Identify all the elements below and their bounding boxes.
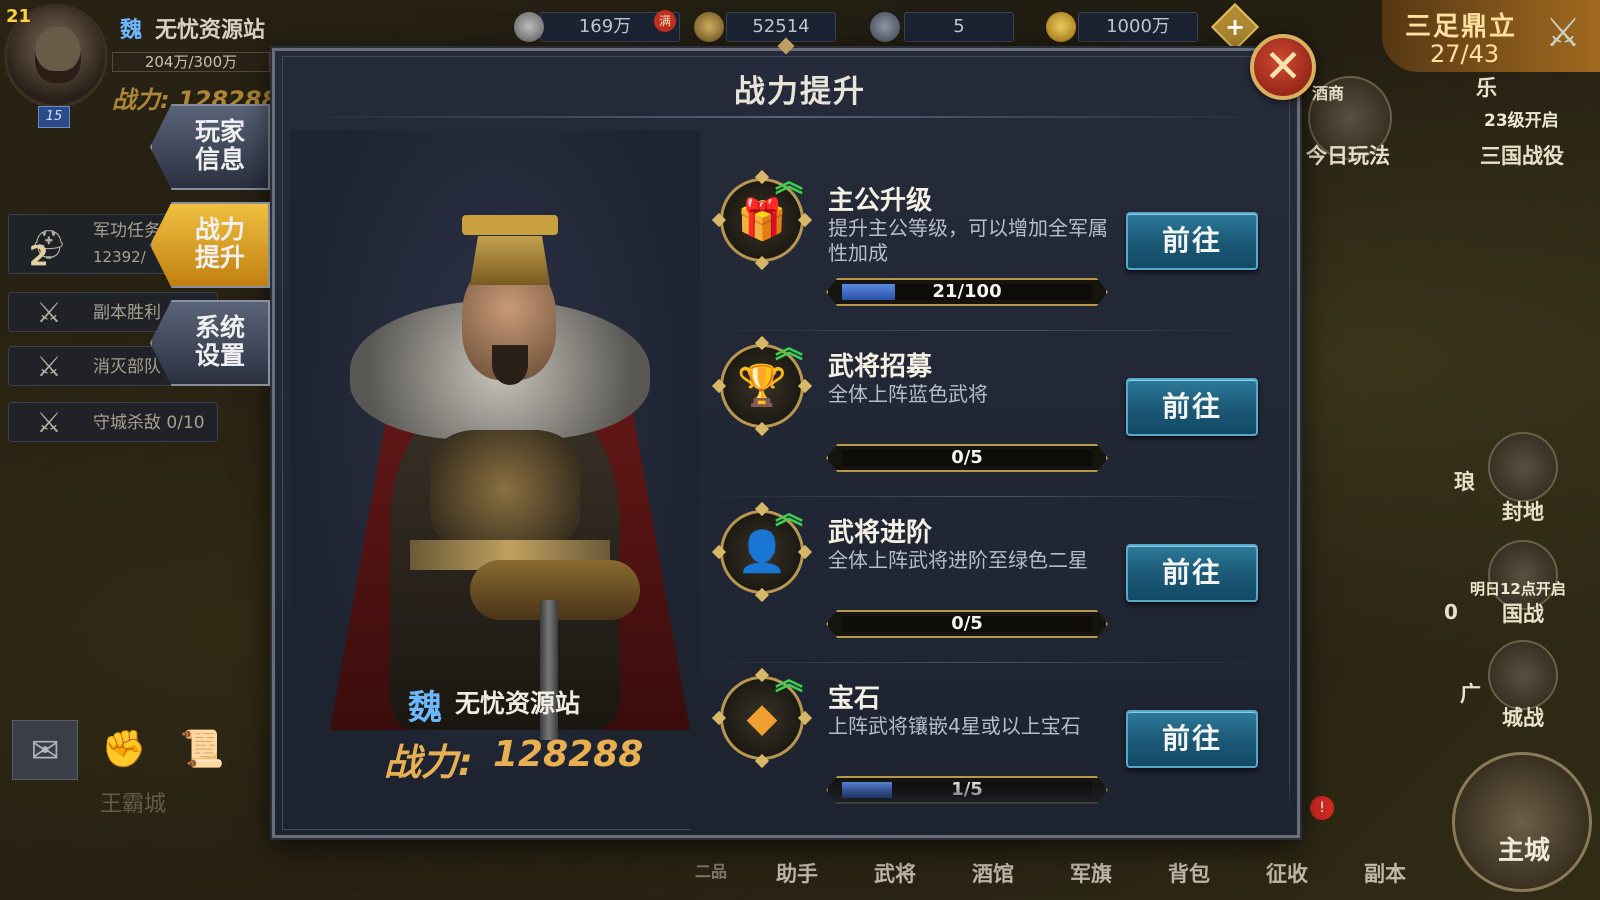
city-war-button[interactable]	[1488, 640, 1558, 710]
national-war-label: 国战	[1502, 602, 1544, 626]
item-progress-bar: 21/100	[826, 278, 1108, 306]
iron-value: 5	[953, 16, 965, 37]
city-label: 王霸城	[100, 792, 167, 817]
city-war-count: 0	[1444, 600, 1458, 624]
item-progress-bar: 0/5	[826, 444, 1108, 472]
nav-tax[interactable]: 征收	[1242, 858, 1332, 888]
main-city-button[interactable]	[1452, 752, 1592, 892]
today-play-label: 今日玩法	[1306, 144, 1390, 168]
go-button-label: 前往	[1161, 722, 1222, 755]
tab-player-info-label: 玩家 信息	[194, 117, 245, 174]
gold-value: 1000万	[1106, 16, 1170, 37]
go-button[interactable]: 前往	[1126, 212, 1258, 270]
go-button-label: 前往	[1161, 390, 1222, 423]
progress-text: 0/5	[951, 447, 983, 468]
scroll-icon[interactable]: 📜	[170, 718, 234, 782]
item-description: 全体上阵蓝色武将	[828, 382, 988, 406]
city-war-label: 城战	[1502, 706, 1544, 730]
player-level: 21	[6, 6, 32, 27]
avatar-face-icon	[35, 27, 81, 83]
task-defend[interactable]: ⚔ 守城杀敌 0/10	[8, 402, 218, 442]
task-label: 消灭部队	[93, 357, 161, 377]
title-divider	[290, 116, 1280, 118]
item-title: 主公升级	[828, 186, 933, 216]
up-arrow-icon: ︽	[774, 497, 803, 530]
open-note: 明日12点开启	[1470, 580, 1566, 598]
task-progress: 12392/	[93, 248, 146, 266]
item-description: 上阵武将镶嵌4星或以上宝石	[828, 714, 1081, 738]
fist-icon[interactable]: ✊	[92, 718, 156, 782]
task-count: 2	[29, 239, 49, 272]
tab-power-up-label: 战力 提升	[194, 215, 245, 272]
exp-text: 204万/300万	[144, 53, 238, 71]
guang-label: 广	[1460, 682, 1481, 706]
hero-power-label: 战力:	[384, 741, 473, 784]
add-gold-button[interactable]: +	[1210, 2, 1260, 52]
hero-kingdom: 魏	[408, 688, 442, 728]
item-description: 提升主公等级，可以增加全军属性加成	[828, 216, 1108, 265]
notification-badge: !	[1310, 796, 1334, 820]
list-fade	[690, 780, 1290, 830]
player-name: 无忧资源站	[155, 18, 266, 43]
grain-icon	[694, 12, 724, 42]
event-title: 三足鼎立	[1405, 12, 1518, 42]
event-count: 27/43	[1430, 40, 1500, 68]
up-arrow-icon: ︽	[774, 331, 803, 364]
progress-text: 0/5	[951, 613, 983, 634]
nav-rank[interactable]: 二品	[666, 858, 756, 882]
nav-dungeon[interactable]: 副本	[1340, 858, 1430, 888]
crossed-swords-icon: ⚔	[36, 296, 62, 329]
nav-generals[interactable]: 武将	[850, 858, 940, 888]
nav-assistant[interactable]: 助手	[752, 858, 842, 888]
hero-power-value: 128288	[493, 734, 644, 775]
plus-icon: +	[1224, 13, 1246, 41]
item-description: 全体上阵武将进阶至绿色二星	[828, 548, 1088, 572]
crossed-swords-icon: ⚔	[36, 350, 62, 383]
up-arrow-icon: ︽	[774, 663, 803, 696]
fief-button[interactable]	[1488, 432, 1558, 502]
hero-name: 无忧资源站	[455, 689, 581, 718]
level-unlock-note: 23级开启	[1484, 111, 1559, 131]
nav-tavern[interactable]: 酒馆	[948, 858, 1038, 888]
go-button[interactable]: 前往	[1126, 378, 1258, 436]
task-label: 守城杀敌 0/10	[93, 413, 205, 433]
go-button[interactable]: 前往	[1126, 544, 1258, 602]
tab-system-settings-label: 系统 设置	[194, 313, 245, 370]
item-title: 武将招募	[828, 352, 933, 382]
go-button-label: 前往	[1161, 556, 1222, 589]
crossed-swords-icon: ⚔	[36, 406, 62, 439]
hero-crown-top	[462, 215, 558, 235]
full-badge: 满	[654, 10, 676, 32]
progress-text: 21/100	[932, 281, 1002, 302]
item-progress-bar: 0/5	[826, 610, 1108, 638]
item-title: 武将进阶	[828, 518, 933, 548]
lang-label: 琅	[1454, 470, 1475, 494]
envelope-icon: ✉	[30, 731, 60, 771]
up-arrow-icon: ︽	[774, 165, 803, 198]
grain-value: 52514	[752, 16, 810, 37]
nav-bag[interactable]: 背包	[1144, 858, 1234, 888]
close-button[interactable]: ✕	[1250, 34, 1316, 100]
crossed-swords-icon: ⚔	[1545, 10, 1581, 56]
vip-badge: 15	[38, 106, 70, 128]
go-button[interactable]: 前往	[1126, 710, 1258, 768]
mail-button[interactable]: ✉	[12, 720, 78, 780]
hero-armor	[430, 430, 580, 550]
iron-icon	[870, 12, 900, 42]
main-city-label: 主城	[1498, 836, 1551, 866]
close-icon: ✕	[1263, 39, 1303, 93]
task-label: 副本胜利	[93, 303, 161, 323]
fief-label: 封地	[1502, 500, 1544, 524]
silver-value: 169万	[578, 16, 632, 37]
tavern-label: 酒商	[1312, 84, 1345, 103]
gold-ingot-icon	[1046, 12, 1076, 42]
item-title: 宝石	[828, 684, 881, 714]
three-kingdoms-label: 三国战役	[1480, 144, 1564, 168]
go-button-label: 前往	[1161, 224, 1222, 257]
le-label: 乐	[1476, 76, 1497, 100]
dialog-title: 战力提升	[734, 74, 866, 110]
nav-banner[interactable]: 军旗	[1046, 858, 1136, 888]
player-kingdom: 魏	[120, 18, 143, 43]
hero-beard	[492, 345, 528, 385]
